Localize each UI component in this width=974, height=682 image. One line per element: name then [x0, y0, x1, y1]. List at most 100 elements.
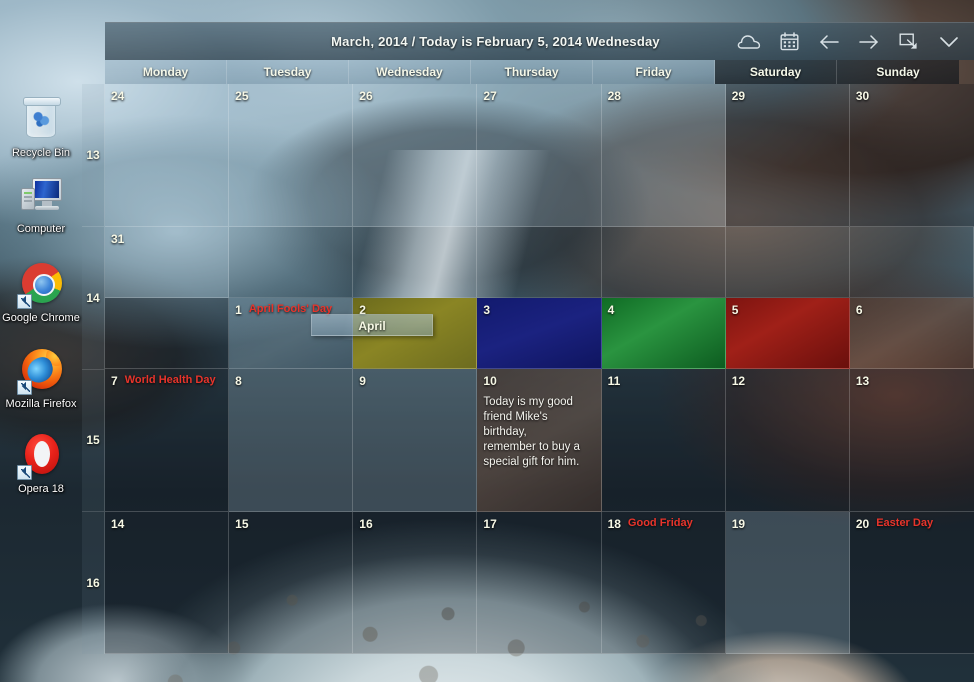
calendar-split-week-column: 31: [105, 226, 230, 369]
desktop-icon-label: Recycle Bin: [11, 147, 71, 159]
desktop-icon-label: Computer: [16, 222, 66, 235]
weekday-header-sunday[interactable]: Sunday: [837, 60, 959, 84]
opera-icon: [17, 432, 65, 480]
week-number: 15: [82, 370, 104, 513]
calendar-day-cell[interactable]: 25: [229, 84, 354, 227]
calendar-day-cell[interactable]: 29: [725, 84, 850, 227]
desktop-icon-list: Recycle Bin Computer Google Chrome Mozil…: [0, 96, 82, 508]
calendar-day-cell[interactable]: 19: [725, 511, 850, 654]
desktop-icon-recycle-bin[interactable]: Recycle Bin: [0, 96, 82, 160]
weekday-header-monday[interactable]: Monday: [105, 60, 227, 84]
calendar-body: 13 14 15 16 24 25 26 27 28 29 30 31 1 April Fools' D…: [82, 84, 974, 654]
calendar-day-cell[interactable]: 27: [477, 84, 602, 227]
holiday-label: Good Friday: [627, 516, 693, 529]
day-note[interactable]: Today is my good friend Mike's birthday,…: [483, 395, 594, 470]
calendar-day-cell[interactable]: 18 Good Friday: [601, 511, 726, 654]
day-number: 28: [607, 89, 621, 103]
calendar-day-cell[interactable]: 11: [601, 369, 726, 512]
holiday-label: April Fools' Day: [248, 302, 333, 315]
calendar-split-week-column: 6: [849, 226, 974, 369]
desktop-icon-opera-18[interactable]: Opera 18: [0, 432, 82, 496]
day-number: 13: [855, 374, 870, 388]
desktop-icon-label: Mozilla Firefox: [5, 397, 77, 410]
day-number: 10: [483, 374, 497, 388]
calendar-day-cell[interactable]: 31: [105, 226, 230, 298]
calendar-day-cell[interactable]: 12: [725, 369, 850, 512]
week-number: 16: [86, 576, 100, 591]
day-number: 31: [111, 231, 125, 246]
calendar-day-cell[interactable]: 9: [353, 369, 478, 512]
mozilla-firefox-icon: [17, 347, 65, 395]
calendar-day-cell[interactable]: 26: [353, 84, 478, 227]
arrow-right-icon[interactable]: [856, 29, 882, 55]
calendar-widget: March, 2014 / Today is February 5, 2014 …: [82, 22, 974, 658]
calendar-day-cell[interactable]: 24: [105, 84, 230, 227]
calendar-icon[interactable]: [776, 29, 802, 55]
day-number: 1: [235, 302, 242, 317]
calendar-day-cell[interactable]: [105, 297, 230, 369]
shortcut-arrow-icon: [17, 465, 32, 480]
week-number: 13: [82, 84, 104, 227]
day-number: 5: [731, 302, 739, 317]
calendar-day-cell[interactable]: 8: [229, 369, 354, 512]
desktop-icon-mozilla-firefox[interactable]: Mozilla Firefox: [0, 347, 82, 411]
calendar-day-cell[interactable]: [477, 226, 602, 298]
holiday-label: World Health Day: [124, 374, 216, 386]
chevron-down-icon[interactable]: [936, 29, 962, 55]
desktop-icon-computer[interactable]: Computer: [0, 172, 82, 236]
day-number: 12: [731, 374, 746, 388]
day-number: 3: [483, 302, 491, 317]
weekday-header-friday[interactable]: Friday: [593, 60, 715, 84]
weekday-header-wednesday[interactable]: Wednesday: [349, 60, 471, 84]
desktop-icon-label: Opera 18: [18, 483, 64, 495]
day-number: 27: [483, 89, 497, 103]
cloud-icon[interactable]: [736, 29, 762, 55]
day-number: 25: [235, 89, 249, 103]
calendar-split-week-column: 3: [477, 226, 602, 369]
calendar-day-cell[interactable]: [353, 226, 478, 298]
calendar-day-cell[interactable]: [229, 226, 354, 298]
calendar-day-cell[interactable]: 14: [105, 511, 230, 654]
calendar-day-cell[interactable]: 30: [849, 84, 974, 227]
weekday-header-tuesday[interactable]: Tuesday: [227, 60, 349, 84]
desktop: Recycle Bin Computer Google Chrome Mozil…: [0, 0, 974, 682]
weekday-header-thursday[interactable]: Thursday: [471, 60, 593, 84]
calendar-toolbar: [736, 29, 974, 55]
calendar-day-cell[interactable]: 20 Easter Day: [849, 511, 974, 654]
desktop-icon-label: Google Chrome: [2, 312, 80, 324]
calendar-day-cell[interactable]: 7 World Health Day: [105, 369, 230, 512]
week-number-column: 13 14 15 16: [82, 84, 105, 654]
calendar-day-cell[interactable]: 13: [849, 369, 974, 512]
calendar-split-week-column: 5: [725, 226, 850, 369]
weekday-header-row: Monday Tuesday Wednesday Thursday Friday Satu…: [105, 60, 974, 84]
day-number: 6: [855, 302, 863, 317]
calendar-day-cell[interactable]: 6: [849, 297, 974, 369]
calendar-day-cell[interactable]: 4: [601, 297, 726, 369]
desktop-icon-google-chrome[interactable]: Google Chrome: [0, 261, 82, 325]
calendar-day-cell[interactable]: 15: [229, 511, 354, 654]
shortcut-arrow-icon: [17, 294, 32, 309]
day-number: 7: [111, 374, 118, 388]
day-number: 14: [111, 516, 125, 531]
holiday-label: Easter Day: [876, 516, 934, 529]
calendar-day-cell[interactable]: 28: [601, 84, 726, 227]
screenshot-icon[interactable]: [896, 29, 922, 55]
day-number: 19: [731, 516, 746, 531]
arrow-left-icon[interactable]: [816, 29, 842, 55]
day-number: 17: [483, 516, 497, 531]
calendar-day-cell[interactable]: 16: [353, 511, 478, 654]
calendar-day-cell[interactable]: [725, 226, 850, 298]
calendar-day-cell[interactable]: 5: [725, 297, 850, 369]
calendar-header: March, 2014 / Today is February 5, 2014 …: [105, 22, 974, 60]
calendar-day-cell[interactable]: [601, 226, 726, 298]
calendar-day-cell[interactable]: [849, 226, 974, 298]
day-number: 26: [359, 89, 373, 103]
weekday-header-saturday[interactable]: Saturday: [715, 60, 837, 84]
day-number: 24: [111, 89, 125, 103]
calendar-day-cell[interactable]: 3: [477, 297, 602, 369]
shortcut-arrow-icon: [17, 379, 32, 395]
calendar-day-cell[interactable]: 10 Today is my good friend Mike's birthda…: [477, 369, 602, 512]
day-number: 4: [607, 302, 615, 317]
calendar-day-cell[interactable]: 17: [477, 511, 602, 654]
calendar-split-week-column: 4: [601, 226, 726, 369]
